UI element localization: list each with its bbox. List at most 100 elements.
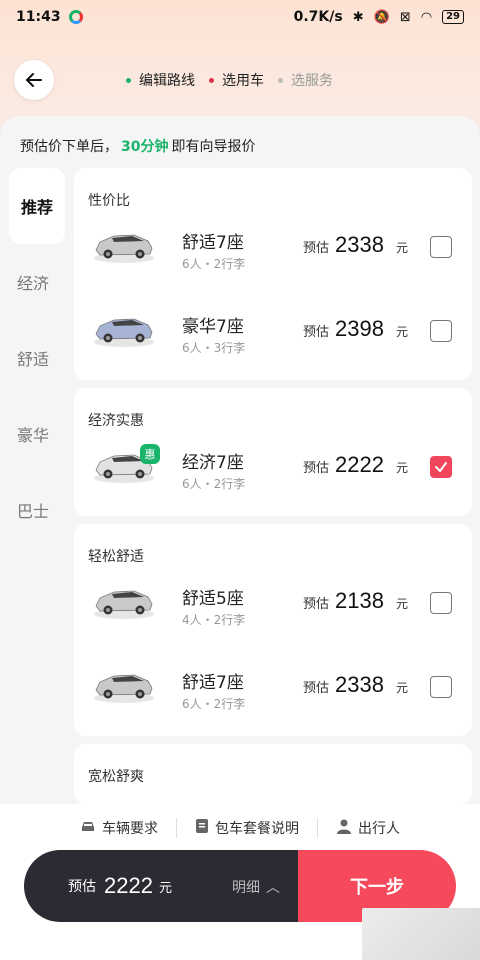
price-value: 2138 [335,588,384,613]
progress-steps: 编辑路线 选用车 选服务 [126,70,333,90]
category-tabs: 推荐 经济 舒适 豪华 巴士 [0,168,74,548]
car-group: 经济实惠惠 经济7座 6人・2行李 预估 2222 元 [74,388,472,516]
group-title: 轻松舒适 [88,549,144,565]
option-0[interactable]: 车辆要求 [62,818,176,838]
price-label: 预估 [303,241,330,256]
car-group: 性价比 舒适7座 6人・2行李 预估 2338 元豪华7座 6人・3行李 预估 2398 元 [74,168,472,380]
car-price: 预估 2338 元 [303,232,408,258]
status-bar: 11:43 0.7K/s ✱ 🔕 ⊠ ◠ 29 [0,0,480,34]
car-image-wrap [92,308,156,348]
car-name: 舒适7座 [182,233,244,253]
step-1: 编辑路线 [126,70,195,90]
estimate-label: 预估 [68,879,96,895]
document-icon [195,818,209,838]
app-notification-icon [68,10,83,24]
car-image [94,590,154,619]
battery-icon: 29 [442,10,464,24]
tab-3[interactable]: 豪华 [0,396,66,472]
tab-2[interactable]: 舒适 [0,320,66,396]
car-price: 预估 2398 元 [303,316,408,342]
discount-badge: 惠 [140,444,160,464]
price-label: 预估 [303,681,330,696]
notice-highlight: 30分钟 [121,139,169,155]
chevron-up-icon: ︿ [266,880,280,896]
price-value: 2338 [335,672,384,697]
car-option-row[interactable]: 惠 经济7座 6人・2行李 预估 2222 元 [88,432,458,516]
select-checkbox[interactable] [430,592,452,614]
price-label: 预估 [303,325,330,340]
car-image-wrap [92,580,156,620]
main-card: 预估价下单后， 30分钟 即有向导报价 推荐 经济 舒适 豪华 巴士 性价比 舒适7座 6人・2… [0,116,480,816]
price-unit: 元 [395,325,408,339]
tab-1[interactable]: 经济 [0,244,66,320]
select-checkbox[interactable] [430,676,452,698]
car-capacity: 6人・2行李 [182,257,246,271]
car-image-wrap [92,664,156,704]
step-dot [126,77,131,83]
notice-suffix: 即有向导报价 [171,139,256,155]
option-label: 包车套餐说明 [215,821,299,837]
car-image-wrap [92,224,156,264]
price-value: 2338 [335,232,384,257]
person-icon [336,818,352,838]
car-image [94,674,154,703]
back-arrow-icon [26,73,42,87]
select-checkbox[interactable] [430,236,452,258]
car-option-row[interactable]: 舒适5座 4人・2行李 预估 2138 元 [88,568,458,652]
option-label: 出行人 [358,821,400,837]
price-unit: 元 [395,461,408,475]
step-label: 编辑路线 [139,73,195,89]
step-label: 选服务 [291,73,333,89]
car-capacity: 6人・2行李 [182,697,246,711]
status-time: 11:43 [16,9,61,25]
mute-icon: 🔕 [373,9,390,25]
estimate-price: 2222 [104,873,153,898]
car-option-row[interactable]: 舒适7座 6人・2行李 预估 2338 元 [88,652,458,736]
check-icon [435,462,447,472]
car-image-wrap: 惠 [92,444,160,484]
step-3: 选服务 [278,70,333,90]
step-dot [278,77,283,83]
step-dot [209,77,214,83]
car-price: 预估 2338 元 [303,672,408,698]
car-name: 舒适5座 [182,589,244,609]
car-price: 预估 2222 元 [303,452,408,478]
price-label: 预估 [303,597,330,612]
car-option-row[interactable]: 舒适7座 6人・2行李 预估 2338 元 [88,212,458,296]
tab-0[interactable]: 推荐 [9,168,65,244]
back-button[interactable] [14,60,54,100]
step-2: 选用车 [209,70,264,90]
car-name: 豪华7座 [182,317,244,337]
car-price: 预估 2138 元 [303,588,408,614]
network-speed: 0.7K/s [293,9,343,25]
select-checkbox[interactable] [430,456,452,478]
wifi-icon: ◠ [420,9,433,25]
option-2[interactable]: 出行人 [317,818,418,838]
price-unit: 元 [395,681,408,695]
detail-button[interactable]: 明细 ︿ [232,877,280,897]
group-title: 经济实惠 [88,413,144,429]
car-name: 经济7座 [182,453,244,473]
price-unit: 元 [395,241,408,255]
car-icon [80,819,96,837]
no-sim-icon: ⊠ [399,9,411,25]
car-capacity: 6人・3行李 [182,341,246,355]
price-value: 2222 [335,452,384,477]
select-checkbox[interactable] [430,320,452,342]
group-title: 宽松舒爽 [88,769,144,785]
next-step-label: 下一步 [350,877,404,898]
option-links: 车辆要求 包车套餐说明 出行人 [0,804,480,838]
tab-4[interactable]: 巴士 [0,472,66,548]
option-1[interactable]: 包车套餐说明 [176,818,317,838]
price-label: 预估 [303,461,330,476]
notice-prefix: 预估价下单后， [20,139,118,155]
option-label: 车辆要求 [102,821,158,837]
estimate-unit: 元 [158,880,172,896]
car-group: 轻松舒适 舒适5座 4人・2行李 预估 2138 元舒适7座 6人・2行李 预估 2338 元 [74,524,472,736]
car-option-row[interactable]: 豪华7座 6人・3行李 预估 2398 元 [88,296,458,380]
bluetooth-icon: ✱ [352,9,364,25]
car-name: 舒适7座 [182,673,244,693]
car-group: 宽松舒爽 [74,744,472,804]
car-image [94,234,154,263]
nav-row: 编辑路线 选用车 选服务 [0,58,480,102]
